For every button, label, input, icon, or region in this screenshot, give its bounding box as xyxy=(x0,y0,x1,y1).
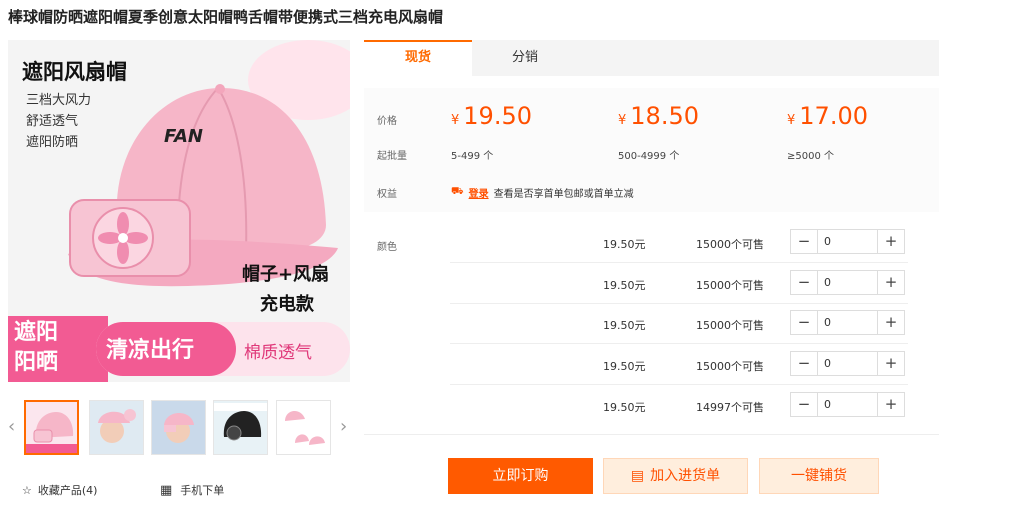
cap-logo-text: FAN xyxy=(164,126,203,147)
thumbnail-image xyxy=(277,401,330,454)
tier-price-value: 17.00 xyxy=(799,102,868,130)
tier-price: ¥17.00 xyxy=(787,102,868,130)
sku-row: 19.50元 15000个可售 − 0 + xyxy=(450,344,908,385)
login-link[interactable]: 登录 xyxy=(469,185,489,200)
tier-price: ¥19.50 xyxy=(451,102,532,130)
favorite-product[interactable]: ☆ 收藏产品(4) xyxy=(22,482,97,498)
sku-price: 19.50元 xyxy=(603,360,646,373)
thumbnail[interactable] xyxy=(151,400,206,455)
sku-row: 19.50元 14997个可售 − 0 + xyxy=(450,385,908,426)
plus-button[interactable]: + xyxy=(878,311,904,334)
quantity-stepper: − 0 + xyxy=(790,270,905,295)
sku-price: 19.50元 xyxy=(603,401,646,414)
minus-button[interactable]: − xyxy=(791,352,817,375)
quantity-input[interactable]: 0 xyxy=(817,352,878,375)
plus-button[interactable]: + xyxy=(878,230,904,253)
image-feature: 遮阳防晒 xyxy=(26,135,79,150)
tier-price-value: 18.50 xyxy=(630,102,699,130)
image-side-text: 帽子+风扇 xyxy=(242,264,330,285)
quantity-stepper: − 0 + xyxy=(790,310,905,335)
image-side-subtext: 充电款 xyxy=(260,294,314,315)
image-badge: 遮阳 阳晒 xyxy=(14,318,58,378)
tier-range: 5-499 个 xyxy=(451,151,494,162)
favorite-label: 收藏产品(4) xyxy=(37,484,98,497)
minus-button[interactable]: − xyxy=(791,311,817,334)
price-label: 价格 xyxy=(377,116,397,127)
thumbnail-image xyxy=(214,401,267,454)
sku-stock: 15000个可售 xyxy=(696,319,764,332)
one-click-listing-button[interactable]: 一键铺货 xyxy=(759,458,879,494)
currency-symbol: ¥ xyxy=(618,113,627,128)
star-icon: ☆ xyxy=(22,483,32,497)
quantity-input[interactable]: 0 xyxy=(817,271,878,294)
mobile-order-label: 手机下单 xyxy=(180,484,225,497)
chevron-left-icon[interactable]: ‹ xyxy=(8,416,15,437)
sku-stock: 15000个可售 xyxy=(696,279,764,292)
buy-now-button[interactable]: 立即订购 xyxy=(448,458,593,494)
coupon-icon: ⛟ xyxy=(451,186,464,197)
image-features: 三档大风力 舒适透气 遮阳防晒 xyxy=(26,90,91,153)
sku-stock: 15000个可售 xyxy=(696,238,764,251)
sku-row: 19.50元 15000个可售 − 0 + xyxy=(450,303,908,344)
plus-button[interactable]: + xyxy=(878,271,904,294)
minus-button[interactable]: − xyxy=(791,230,817,253)
thumbnail-image xyxy=(152,401,205,454)
product-title: 棒球帽防晒遮阳帽夏季创意太阳帽鸭舌帽带便携式三档充电风扇帽 xyxy=(8,8,444,26)
color-label: 颜色 xyxy=(377,242,397,253)
image-feature: 三档大风力 xyxy=(26,93,92,108)
thumbnail[interactable] xyxy=(24,400,79,455)
clipboard-icon: ▤ xyxy=(630,468,645,484)
tier-price-value: 19.50 xyxy=(463,102,532,130)
add-to-cart-button[interactable]: ▤ 加入进货单 xyxy=(603,458,748,494)
minus-button[interactable]: − xyxy=(791,271,817,294)
thumbnail-image xyxy=(26,402,77,453)
benefit-text: 查看是否享首单包邮或首单立减 xyxy=(493,189,634,200)
tab-in-stock[interactable]: 现货 xyxy=(364,40,472,76)
minus-button[interactable]: − xyxy=(791,393,817,416)
sku-stock: 15000个可售 xyxy=(696,360,764,373)
add-to-cart-label: 加入进货单 xyxy=(650,468,721,484)
benefit-label: 权益 xyxy=(377,189,397,200)
price-panel: 价格 ¥19.50 ¥18.50 ¥17.00 起批量 5-499 个 500-… xyxy=(364,88,939,212)
tier-range: 500-4999 个 xyxy=(618,151,680,162)
image-banner-text: 清凉出行 xyxy=(106,338,195,363)
image-headline: 遮阳风扇帽 xyxy=(22,60,127,84)
plus-button[interactable]: + xyxy=(878,393,904,416)
currency-symbol: ¥ xyxy=(451,113,460,128)
thumbnail[interactable] xyxy=(213,400,268,455)
image-badge-line: 阳晒 xyxy=(14,350,59,375)
sku-row: 19.50元 15000个可售 − 0 + xyxy=(450,222,908,263)
thumbnail-strip: ‹ › xyxy=(8,398,353,458)
image-banner-subtext: 棉质透气 xyxy=(244,343,312,363)
tab-distribution[interactable]: 分销 xyxy=(472,40,578,76)
thumbnail-image xyxy=(90,401,143,454)
currency-symbol: ¥ xyxy=(787,113,796,128)
quantity-stepper: − 0 + xyxy=(790,229,905,254)
sku-row: 19.50元 15000个可售 − 0 + xyxy=(450,263,908,304)
image-feature: 舒适透气 xyxy=(26,114,79,129)
quantity-input[interactable]: 0 xyxy=(817,393,878,416)
thumbnail[interactable] xyxy=(89,400,144,455)
sku-price: 19.50元 xyxy=(603,279,646,292)
sku-price: 19.50元 xyxy=(603,238,646,251)
image-badge-line: 遮阳 xyxy=(14,320,59,345)
tier-range: ≥5000 个 xyxy=(787,151,835,162)
plus-button[interactable]: + xyxy=(878,352,904,375)
tab-bar: 现货 分销 xyxy=(364,40,939,76)
chevron-right-icon[interactable]: › xyxy=(340,416,347,437)
tier-price: ¥18.50 xyxy=(618,102,699,130)
quantity-stepper: − 0 + xyxy=(790,351,905,376)
sku-price: 19.50元 xyxy=(603,319,646,332)
section-divider xyxy=(364,434,939,435)
quantity-input[interactable]: 0 xyxy=(817,230,878,253)
main-product-image[interactable]: 遮阳风扇帽 三档大风力 舒适透气 遮阳防晒 FAN 帽子+风扇 充电款 遮阳 阳… xyxy=(8,40,350,382)
thumbnail[interactable] xyxy=(276,400,331,455)
mobile-order[interactable]: ▦ 手机下单 xyxy=(160,482,224,498)
qr-code-icon: ▦ xyxy=(160,482,173,498)
moq-label: 起批量 xyxy=(377,151,407,162)
benefit-row: ⛟ 登录 查看是否享首单包邮或首单立减 xyxy=(451,185,634,200)
quantity-input[interactable]: 0 xyxy=(817,311,878,334)
sku-stock: 14997个可售 xyxy=(696,401,764,414)
quantity-stepper: − 0 + xyxy=(790,392,905,417)
